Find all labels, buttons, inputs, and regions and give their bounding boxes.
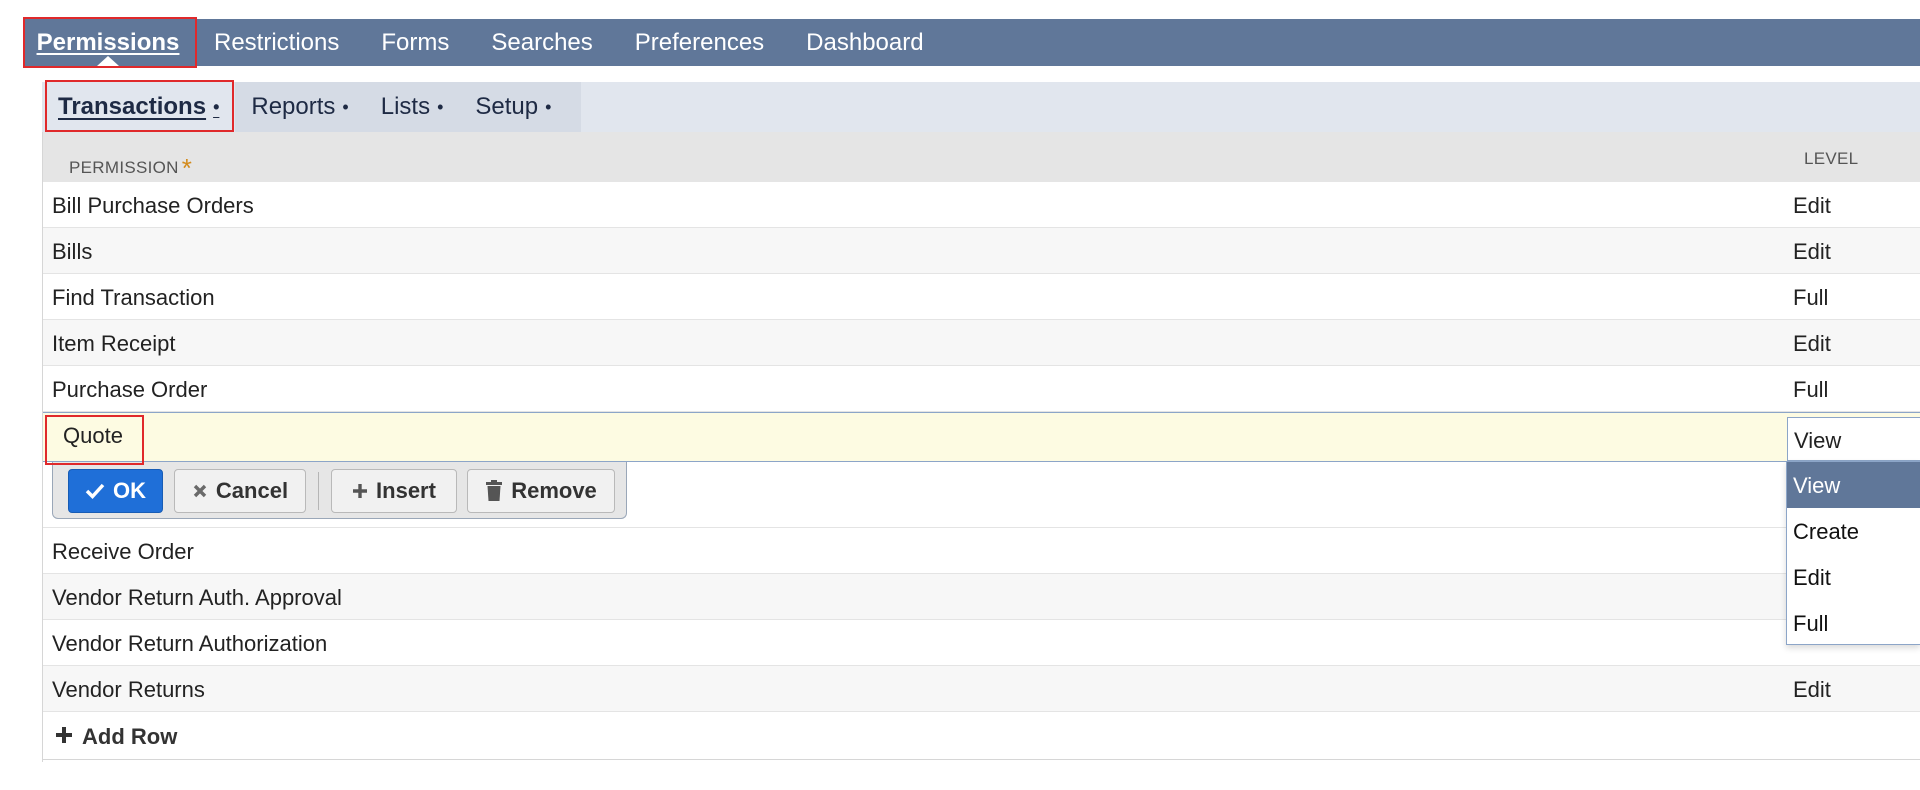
- checkmark-icon: [85, 483, 105, 500]
- level-cell: Edit: [1793, 193, 1831, 218]
- permission-cell: Item Receipt: [52, 331, 176, 356]
- level-cell: Full: [1793, 285, 1829, 310]
- tab-preferences[interactable]: Preferences: [614, 19, 785, 66]
- subtab-lists[interactable]: Lists •: [365, 82, 460, 132]
- column-header-permission: PERMISSION *: [69, 149, 193, 183]
- column-header-level: LEVEL: [1804, 149, 1859, 168]
- remove-button[interactable]: Remove: [467, 469, 615, 513]
- subtab-reports[interactable]: Reports •: [235, 82, 364, 132]
- dropdown-option-view[interactable]: View: [1787, 462, 1920, 508]
- dropdown-option-full[interactable]: Full: [1787, 600, 1920, 646]
- subtab-dot: •: [213, 96, 220, 117]
- remove-label: Remove: [511, 478, 597, 503]
- insert-label: Insert: [376, 478, 436, 503]
- table-row[interactable]: Find Transaction Full: [43, 274, 1920, 320]
- permission-input[interactable]: Quote: [63, 423, 123, 449]
- insert-button[interactable]: Insert: [331, 469, 457, 513]
- tab-restrictions[interactable]: Restrictions: [193, 19, 360, 66]
- permission-cell: Purchase Order: [52, 377, 208, 402]
- subtab-label: Reports: [251, 93, 336, 120]
- add-row-label: Add Row: [82, 724, 178, 749]
- permission-cell: Find Transaction: [52, 285, 215, 310]
- permission-cell: Vendor Return Authorization: [52, 631, 328, 656]
- level-cell: Edit: [1793, 239, 1831, 264]
- tab-label: Permissions: [36, 28, 180, 56]
- required-marker: *: [181, 153, 193, 183]
- table-row[interactable]: Vendor Return Authorization: [43, 620, 1920, 666]
- level-cell: Edit: [1793, 677, 1831, 702]
- table-row[interactable]: Purchase Order Full: [43, 366, 1920, 412]
- close-icon: [193, 484, 207, 498]
- tab-label: Dashboard: [806, 28, 924, 56]
- subtab-setup[interactable]: Setup •: [459, 82, 567, 132]
- ok-button[interactable]: OK: [68, 469, 163, 513]
- toolbar-divider: [318, 472, 319, 510]
- level-select[interactable]: View: [1787, 417, 1920, 461]
- cancel-label: Cancel: [215, 478, 289, 503]
- permission-cell: Vendor Returns: [52, 677, 205, 702]
- table-row[interactable]: Vendor Returns Edit: [43, 666, 1920, 712]
- dropdown-option-edit[interactable]: Edit: [1787, 554, 1920, 600]
- subtab-label: Lists: [380, 93, 431, 120]
- permissions-table: PERMISSION * LEVEL Bill Purchase Orders E…: [42, 132, 1920, 762]
- subtab-dot: •: [342, 96, 349, 117]
- trash-icon: [486, 480, 503, 501]
- permission-cell: Vendor Return Auth. Approval: [52, 585, 342, 610]
- subtab-group: Transactions • Reports • Lists • Setup •: [42, 82, 582, 132]
- subtab-bar: Transactions • Reports • Lists • Setup •: [42, 82, 1920, 132]
- level-dropdown-list: View Create Edit Full: [1786, 461, 1920, 645]
- add-row-button[interactable]: Add Row: [43, 712, 1920, 760]
- table-row[interactable]: Vendor Return Auth. Approval: [43, 574, 1920, 620]
- tab-permissions[interactable]: Permissions: [23, 19, 193, 66]
- plus-icon: [54, 721, 74, 752]
- subtab-dot: •: [545, 96, 552, 117]
- tab-label: Restrictions: [214, 28, 340, 56]
- tab-forms[interactable]: Forms: [360, 19, 470, 66]
- subtab-transactions[interactable]: Transactions •: [42, 82, 236, 132]
- ok-label: OK: [113, 478, 146, 503]
- cancel-button[interactable]: Cancel: [174, 469, 306, 513]
- tab-label: Forms: [381, 28, 450, 56]
- plus-icon: [353, 484, 368, 498]
- tab-label: Preferences: [634, 28, 765, 56]
- table-row[interactable]: Receive Order: [43, 528, 1920, 574]
- permission-cell: Bill Purchase Orders: [52, 193, 254, 218]
- subtab-label: Transactions: [58, 93, 207, 120]
- subtab-label: Setup: [475, 93, 539, 120]
- tab-label: Searches: [491, 28, 593, 56]
- tab-searches[interactable]: Searches: [470, 19, 613, 66]
- row-edit-toolbar: OK Cancel Insert Remove: [52, 462, 627, 519]
- level-cell: Full: [1793, 377, 1829, 402]
- permission-cell: Bills: [52, 239, 93, 264]
- table-header: PERMISSION * LEVEL: [43, 132, 1920, 183]
- table-row[interactable]: Bills Edit: [43, 228, 1920, 274]
- permission-cell: Receive Order: [52, 539, 194, 564]
- tab-dashboard[interactable]: Dashboard: [785, 19, 944, 66]
- dropdown-option-create[interactable]: Create: [1787, 508, 1920, 554]
- table-row[interactable]: Item Receipt Edit: [43, 320, 1920, 366]
- top-tab-bar: Permissions Restrictions Forms Searches …: [23, 19, 1920, 66]
- editing-row[interactable]: Quote: [43, 412, 1920, 462]
- table-row[interactable]: Bill Purchase Orders Edit: [43, 182, 1920, 228]
- level-cell: Edit: [1793, 331, 1831, 356]
- header-label: PERMISSION: [69, 158, 179, 177]
- subtab-dot: •: [437, 96, 444, 117]
- row-edit-toolbar-area: OK Cancel Insert Remove: [43, 462, 1920, 528]
